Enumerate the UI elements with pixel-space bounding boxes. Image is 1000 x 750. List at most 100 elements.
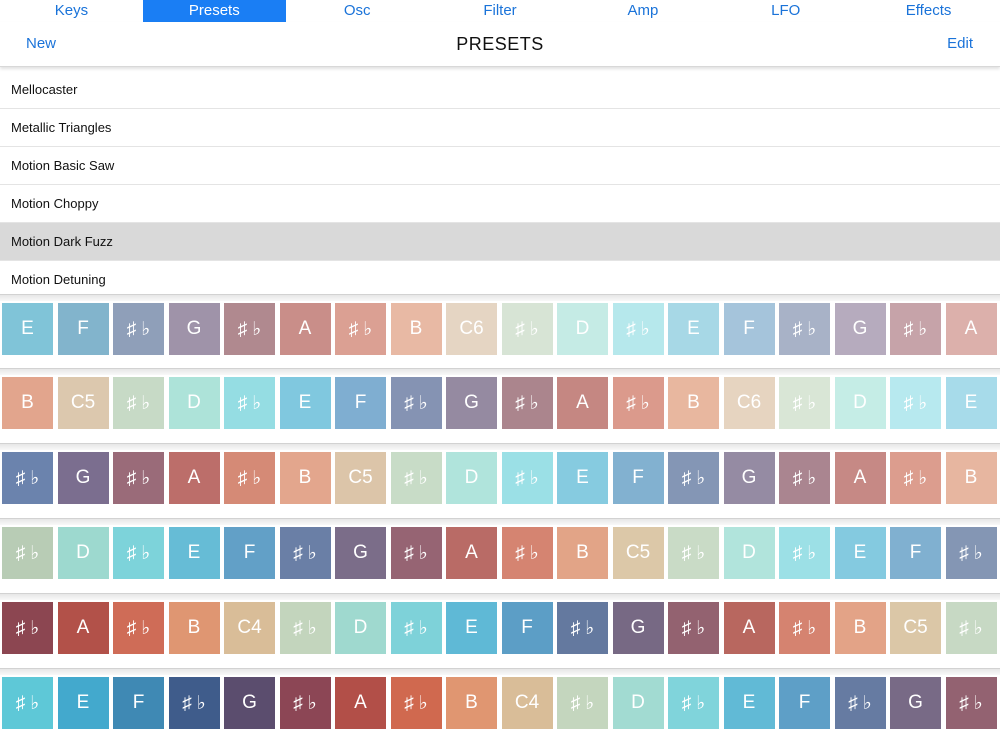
sharp-flat-key[interactable]: ♯ ♭ xyxy=(279,602,331,654)
note-key[interactable]: A xyxy=(335,677,386,729)
note-key[interactable]: B xyxy=(557,527,608,579)
note-key[interactable]: B xyxy=(945,452,997,504)
sharp-flat-key[interactable]: ♯ ♭ xyxy=(779,303,830,355)
note-key[interactable]: D xyxy=(168,377,220,429)
sharp-flat-key[interactable]: ♯ ♭ xyxy=(501,377,553,429)
note-key[interactable]: G xyxy=(890,677,941,729)
note-key[interactable]: A xyxy=(446,527,497,579)
preset-row[interactable]: Mellocaster xyxy=(0,71,1000,109)
preset-row[interactable]: Motion Dark Fuzz xyxy=(0,223,1000,261)
sharp-flat-key[interactable]: ♯ ♭ xyxy=(668,452,719,504)
sharp-flat-key[interactable]: ♯ ♭ xyxy=(779,377,830,429)
note-key[interactable]: B xyxy=(279,452,331,504)
sharp-flat-key[interactable]: ♯ ♭ xyxy=(890,303,941,355)
sharp-flat-key[interactable]: ♯ ♭ xyxy=(390,452,442,504)
note-key[interactable]: A xyxy=(168,452,220,504)
sharp-flat-key[interactable]: ♯ ♭ xyxy=(224,452,275,504)
sharp-flat-key[interactable]: ♯ ♭ xyxy=(501,452,553,504)
sharp-flat-key[interactable]: ♯ ♭ xyxy=(890,377,941,429)
note-key[interactable]: E xyxy=(279,377,331,429)
sharp-flat-key[interactable]: ♯ ♭ xyxy=(945,527,997,579)
sharp-flat-key[interactable]: ♯ ♭ xyxy=(113,602,164,654)
sharp-flat-key[interactable]: ♯ ♭ xyxy=(224,303,275,355)
sharp-flat-key[interactable]: ♯ ♭ xyxy=(390,602,442,654)
note-key[interactable]: D xyxy=(723,527,775,579)
sharp-flat-key[interactable]: ♯ ♭ xyxy=(168,677,220,729)
sharp-flat-key[interactable]: ♯ ♭ xyxy=(612,303,664,355)
note-key[interactable]: D xyxy=(335,602,386,654)
sharp-flat-key[interactable]: ♯ ♭ xyxy=(279,527,331,579)
note-key[interactable]: G xyxy=(612,602,664,654)
note-key[interactable]: G xyxy=(834,303,886,355)
sharp-flat-key[interactable]: ♯ ♭ xyxy=(779,452,830,504)
note-key[interactable]: F xyxy=(335,377,386,429)
note-key[interactable]: E xyxy=(834,527,886,579)
note-key[interactable]: G xyxy=(168,303,220,355)
sharp-flat-key[interactable]: ♯ ♭ xyxy=(945,677,997,729)
note-key[interactable]: D xyxy=(612,677,664,729)
edit-button[interactable]: Edit xyxy=(947,22,973,66)
note-key[interactable]: B xyxy=(168,602,220,654)
note-key[interactable]: G xyxy=(723,452,775,504)
note-key[interactable]: F xyxy=(113,677,164,729)
tab-keys[interactable]: Keys xyxy=(0,0,143,22)
tab-filter[interactable]: Filter xyxy=(429,0,572,22)
tab-lfo[interactable]: LFO xyxy=(714,0,857,22)
sharp-flat-key[interactable]: ♯ ♭ xyxy=(557,602,608,654)
note-key[interactable]: F xyxy=(224,527,275,579)
note-key[interactable]: E xyxy=(557,452,608,504)
sharp-flat-key[interactable]: ♯ ♭ xyxy=(779,527,830,579)
note-key[interactable]: F xyxy=(612,452,664,504)
note-key[interactable]: C6 xyxy=(723,377,775,429)
sharp-flat-key[interactable]: ♯ ♭ xyxy=(335,303,386,355)
note-key[interactable]: G xyxy=(224,677,275,729)
sharp-flat-key[interactable]: ♯ ♭ xyxy=(113,527,164,579)
note-key[interactable]: E xyxy=(723,677,775,729)
sharp-flat-key[interactable]: ♯ ♭ xyxy=(668,677,719,729)
note-key[interactable]: G xyxy=(335,527,386,579)
sharp-flat-key[interactable]: ♯ ♭ xyxy=(2,677,53,729)
sharp-flat-key[interactable]: ♯ ♭ xyxy=(779,602,830,654)
tab-effects[interactable]: Effects xyxy=(857,0,1000,22)
preset-list[interactable]: Mellocaster Metallic Triangles Motion Basi… xyxy=(0,71,1000,299)
note-key[interactable]: D xyxy=(57,527,109,579)
note-key[interactable]: C5 xyxy=(890,602,941,654)
note-key[interactable]: B xyxy=(834,602,886,654)
note-key[interactable]: C5 xyxy=(57,377,109,429)
sharp-flat-key[interactable]: ♯ ♭ xyxy=(668,602,719,654)
note-key[interactable]: C4 xyxy=(501,677,553,729)
note-key[interactable]: E xyxy=(668,303,719,355)
sharp-flat-key[interactable]: ♯ ♭ xyxy=(390,527,442,579)
note-key[interactable]: E xyxy=(446,602,497,654)
note-key[interactable]: A xyxy=(279,303,331,355)
note-key[interactable]: A xyxy=(57,602,109,654)
sharp-flat-key[interactable]: ♯ ♭ xyxy=(2,527,53,579)
sharp-flat-key[interactable]: ♯ ♭ xyxy=(2,602,53,654)
sharp-flat-key[interactable]: ♯ ♭ xyxy=(390,677,442,729)
note-key[interactable]: D xyxy=(446,452,497,504)
note-key[interactable]: A xyxy=(723,602,775,654)
note-key[interactable]: E xyxy=(2,303,53,355)
sharp-flat-key[interactable]: ♯ ♭ xyxy=(557,677,608,729)
note-key[interactable]: D xyxy=(834,377,886,429)
note-key[interactable]: F xyxy=(779,677,830,729)
note-key[interactable]: F xyxy=(501,602,553,654)
note-key[interactable]: D xyxy=(557,303,608,355)
note-key[interactable]: C6 xyxy=(446,303,497,355)
tab-amp[interactable]: Amp xyxy=(571,0,714,22)
note-key[interactable]: B xyxy=(446,677,497,729)
sharp-flat-key[interactable]: ♯ ♭ xyxy=(224,377,275,429)
note-key[interactable]: G xyxy=(446,377,497,429)
note-key[interactable]: E xyxy=(168,527,220,579)
sharp-flat-key[interactable]: ♯ ♭ xyxy=(668,527,719,579)
note-key[interactable]: A xyxy=(945,303,997,355)
preset-row[interactable]: Motion Choppy xyxy=(0,185,1000,223)
sharp-flat-key[interactable]: ♯ ♭ xyxy=(612,377,664,429)
note-key[interactable]: F xyxy=(890,527,941,579)
note-key[interactable]: B xyxy=(390,303,442,355)
sharp-flat-key[interactable]: ♯ ♭ xyxy=(501,527,553,579)
note-key[interactable]: C5 xyxy=(612,527,664,579)
note-key[interactable]: B xyxy=(668,377,719,429)
tab-presets[interactable]: Presets xyxy=(142,0,286,22)
sharp-flat-key[interactable]: ♯ ♭ xyxy=(390,377,442,429)
